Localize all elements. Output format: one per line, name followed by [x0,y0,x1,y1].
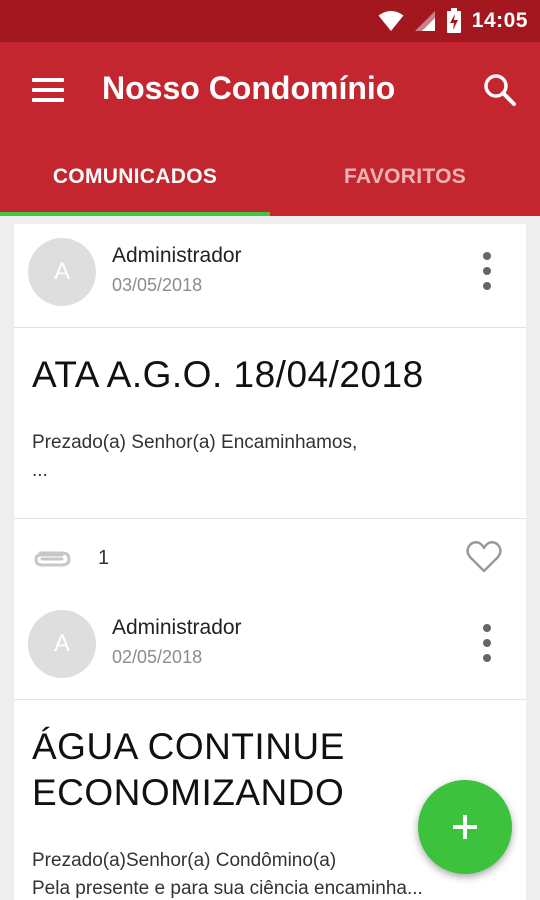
battery-icon [446,8,461,33]
post-title-line: ATA A.G.O. 18/04/2018 [32,354,424,395]
post-excerpt-line: Prezado(a) Senhor(a) Encaminhamos, [32,432,358,453]
tab-bar: COMUNICADOS FAVORITOS [0,138,540,216]
post-excerpt: Prezado(a)Senhor(a) Condômino(a) Pela pr… [32,847,423,900]
avatar: A [28,238,96,306]
post-date: 02/05/2018 [112,647,203,667]
post-header: A Administrador 02/05/2018 [14,596,526,700]
post-excerpt: Prezado(a) Senhor(a) Encaminhamos, ... [32,429,357,485]
add-post-button[interactable] [418,780,512,874]
heart-outline-icon[interactable] [464,537,504,577]
app-bar: Nosso Condomínio [0,42,540,138]
post-excerpt-line: Pela presente e para sua ciência encamin… [32,878,423,899]
more-vert-icon[interactable] [474,252,500,290]
post-title[interactable]: ÁGUA CONTINUE ECONOMIZANDO [32,724,345,816]
post-author: Administrador [112,244,242,267]
signal-icon [414,11,435,31]
status-time: 14:05 [471,9,528,32]
more-vert-icon[interactable] [474,624,500,662]
tab-comunicados[interactable]: COMUNICADOS [0,138,270,216]
search-icon[interactable] [482,72,518,108]
status-bar: 14:05 [0,0,540,42]
tab-favoritos[interactable]: FAVORITOS [270,138,540,216]
hamburger-icon[interactable] [28,72,68,108]
post-title-line: ECONOMIZANDO [32,772,345,813]
attachment-count: 1 [98,547,110,569]
post-footer: 1 [14,519,526,596]
avatar: A [28,610,96,678]
post-excerpt-line: ... [32,460,48,481]
post-card[interactable]: A Administrador 03/05/2018 ATA A.G.O. 18… [14,224,526,596]
paperclip-icon[interactable] [32,543,72,571]
wifi-icon [378,11,404,31]
post-excerpt-line: Prezado(a)Senhor(a) Condômino(a) [32,850,337,871]
post-date: 03/05/2018 [112,275,203,295]
post-header: A Administrador 03/05/2018 [14,224,526,328]
app-title: Nosso Condomínio [102,70,396,106]
plus-icon [453,815,477,839]
post-title-line: ÁGUA CONTINUE [32,726,345,767]
post-author: Administrador [112,616,242,639]
post-title[interactable]: ATA A.G.O. 18/04/2018 [32,352,424,398]
